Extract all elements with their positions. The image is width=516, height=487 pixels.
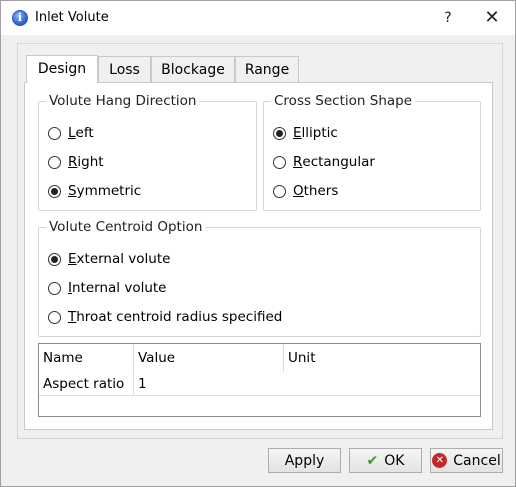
radio-mnemonic: S	[68, 183, 77, 199]
tab-blockage[interactable]: Blockage	[151, 56, 235, 82]
radio-button[interactable]	[48, 184, 61, 198]
radio-button[interactable]	[273, 155, 286, 169]
radio-mnemonic: R	[68, 154, 78, 170]
radio-internal-volute[interactable]: Internal volute	[48, 280, 166, 296]
radio-throat-centroid[interactable]: Throat centroid radius specified	[48, 309, 282, 325]
radio-mnemonic: O	[293, 183, 304, 199]
radio-others[interactable]: Others	[273, 183, 338, 199]
cross-section-title: Cross Section Shape	[271, 93, 416, 109]
window-title: Inlet Volute	[35, 10, 109, 25]
info-icon: i	[12, 10, 28, 26]
cancel-button[interactable]: ✕ Cancel	[430, 448, 503, 473]
radio-button[interactable]	[48, 310, 61, 324]
table-cell-name[interactable]: Aspect ratio	[39, 372, 134, 396]
radio-mnemonic: R	[293, 154, 303, 170]
tab-loss[interactable]: Loss	[98, 56, 151, 82]
radio-mnemonic: T	[68, 309, 77, 325]
help-button[interactable]: ?	[438, 7, 458, 29]
cancel-label: Cancel	[453, 452, 501, 469]
radio-label: ymmetric	[76, 183, 142, 199]
radio-button[interactable]	[48, 155, 61, 169]
radio-external-volute[interactable]: External volute	[48, 251, 170, 267]
cancel-circle-icon: ✕	[432, 453, 448, 468]
check-icon: ✔	[366, 452, 379, 469]
radio-mnemonic: E	[293, 125, 302, 141]
radio-right[interactable]: Right	[48, 154, 104, 170]
radio-label: xternal volute	[76, 251, 171, 267]
centroid-option-title: Volute Centroid Option	[46, 219, 206, 235]
tab-range[interactable]: Range	[235, 56, 299, 82]
column-header-unit[interactable]: Unit	[284, 344, 480, 372]
inlet-volute-dialog: i Inlet Volute ? ✕ Design Loss Blockage …	[0, 0, 516, 487]
radio-rectangular[interactable]: Rectangular	[273, 154, 375, 170]
radio-mnemonic: E	[68, 251, 77, 267]
radio-label: lliptic	[301, 125, 338, 141]
radio-label: hroat centroid radius specified	[76, 309, 283, 325]
radio-label: nternal volute	[71, 280, 167, 296]
hang-direction-title: Volute Hang Direction	[46, 93, 200, 109]
apply-label: Apply	[284, 452, 325, 469]
table-cell-value[interactable]: 1	[134, 372, 284, 396]
apply-button[interactable]: Apply	[268, 448, 341, 473]
radio-label: thers	[303, 183, 339, 199]
radio-elliptic[interactable]: Elliptic	[273, 125, 338, 141]
radio-button[interactable]	[273, 126, 286, 140]
column-header-name[interactable]: Name	[39, 344, 134, 372]
radio-button[interactable]	[48, 126, 61, 140]
radio-symmetric[interactable]: Symmetric	[48, 183, 141, 199]
ok-button[interactable]: ✔ OK	[349, 448, 422, 473]
radio-label: ectangular	[302, 154, 375, 170]
radio-left[interactable]: Left	[48, 125, 94, 141]
radio-mnemonic: L	[68, 125, 76, 141]
radio-button[interactable]	[48, 252, 61, 266]
title-bar: i Inlet Volute ? ✕	[1, 1, 515, 35]
tab-design[interactable]: Design	[26, 55, 98, 83]
row-divider	[39, 395, 480, 396]
radio-button[interactable]	[273, 184, 286, 198]
ok-label: OK	[384, 452, 405, 469]
radio-label: ight	[77, 154, 104, 170]
close-button[interactable]: ✕	[480, 7, 504, 29]
radio-button[interactable]	[48, 281, 61, 295]
table-cell-unit[interactable]	[284, 372, 480, 396]
parameter-table: Name Value Unit Aspect ratio 1	[38, 343, 481, 417]
column-header-value[interactable]: Value	[134, 344, 284, 372]
radio-label: eft	[75, 125, 94, 141]
